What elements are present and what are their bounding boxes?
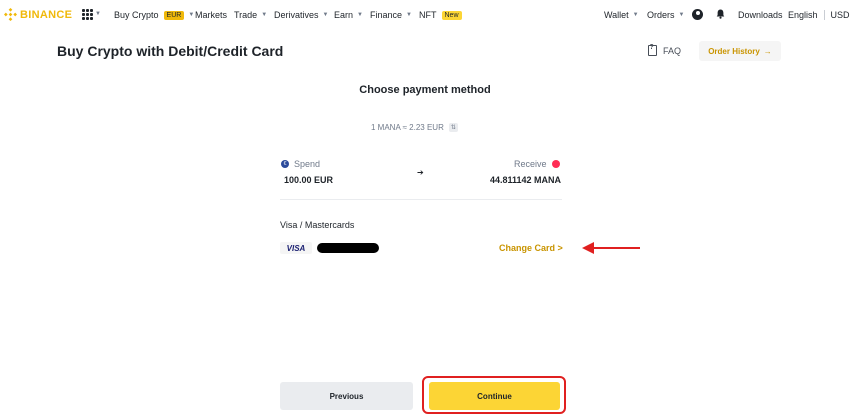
spend-value: 100.00 EUR bbox=[284, 175, 334, 185]
nav-trade-label: Trade bbox=[234, 10, 258, 20]
annotation-arrow bbox=[582, 242, 640, 254]
chevron-down-icon: ▼ bbox=[678, 12, 685, 18]
nav-finance-label: Finance bbox=[370, 10, 403, 20]
grid-icon[interactable] bbox=[82, 9, 93, 20]
nav-nft-label: NFT bbox=[419, 10, 437, 20]
chevron-down-icon: ▼ bbox=[357, 12, 363, 18]
receive-label-text: Receive bbox=[514, 159, 547, 169]
card-type-label: Visa / Mastercards bbox=[280, 220, 355, 230]
profile-icon bbox=[692, 9, 703, 20]
section-title: Choose payment method bbox=[359, 84, 491, 96]
exchange-rate-text: 1 MANA ≈ 2.23 EUR bbox=[371, 123, 444, 132]
faq-link[interactable]: FAQ bbox=[648, 44, 682, 56]
faq-label: FAQ bbox=[663, 45, 682, 56]
top-nav: BINANCE ▼ Buy Crypto EUR ▼ Markets Trade… bbox=[0, 0, 850, 30]
nav-earn-label: Earn bbox=[334, 10, 354, 20]
mana-icon bbox=[551, 160, 560, 168]
nav-finance[interactable]: Finance ▼ bbox=[370, 10, 412, 20]
spend-label: € Spend bbox=[281, 159, 320, 169]
divider bbox=[823, 10, 825, 20]
refresh-icon[interactable]: ⇅ bbox=[448, 123, 458, 132]
nav-nft[interactable]: NFT New bbox=[419, 10, 462, 20]
profile-button[interactable] bbox=[692, 9, 703, 20]
language-label: English bbox=[788, 10, 818, 20]
nav-wallet[interactable]: Wallet ▼ bbox=[604, 10, 639, 20]
chevron-down-icon: ▼ bbox=[406, 12, 412, 18]
nav-orders[interactable]: Orders ▼ bbox=[647, 10, 684, 20]
arrow-right-icon: → bbox=[763, 46, 772, 56]
new-badge: New bbox=[441, 10, 462, 20]
language-currency-selector[interactable]: English USD bbox=[788, 10, 850, 20]
nav-derivatives-label: Derivatives bbox=[274, 10, 319, 20]
chevron-down-icon: ▼ bbox=[322, 12, 329, 18]
chevron-down-icon: ▼ bbox=[95, 11, 101, 17]
nav-downloads[interactable]: Downloads bbox=[738, 10, 783, 20]
previous-button[interactable]: Previous bbox=[280, 382, 413, 410]
nav-trade[interactable]: Trade ▼ bbox=[234, 10, 267, 20]
spend-label-text: Spend bbox=[294, 159, 321, 169]
arrow-right-icon: ➔ bbox=[417, 168, 424, 177]
currency-badge: EUR bbox=[163, 10, 185, 20]
nav-buy-crypto-label: Buy Crypto bbox=[114, 10, 159, 20]
nav-buy-crypto[interactable]: Buy Crypto EUR ▼ bbox=[114, 10, 194, 20]
nav-earn[interactable]: Earn ▼ bbox=[334, 10, 363, 20]
nav-wallet-label: Wallet bbox=[604, 10, 629, 20]
chevron-down-icon: ▼ bbox=[261, 12, 268, 18]
nav-markets-label: Markets bbox=[195, 10, 228, 20]
binance-logo[interactable]: BINANCE bbox=[4, 8, 72, 21]
receive-label: Receive bbox=[514, 159, 560, 169]
card-number-redacted bbox=[317, 243, 379, 253]
logo-text: BINANCE bbox=[20, 8, 73, 21]
page-title: Buy Crypto with Debit/Credit Card bbox=[57, 43, 284, 59]
continue-button[interactable]: Continue bbox=[429, 382, 560, 410]
eur-icon: € bbox=[281, 160, 289, 168]
nav-markets[interactable]: Markets bbox=[195, 10, 227, 20]
order-history-label: Order History bbox=[708, 46, 760, 56]
divider bbox=[280, 199, 562, 200]
chevron-down-icon: ▼ bbox=[188, 12, 195, 18]
order-history-button[interactable]: Order History → bbox=[699, 41, 781, 61]
change-card-link[interactable]: Change Card > bbox=[499, 243, 563, 253]
nav-derivatives[interactable]: Derivatives ▼ bbox=[274, 10, 328, 20]
visa-icon: VISA bbox=[280, 242, 312, 254]
exchange-rate: 1 MANA ≈ 2.23 EUR ⇅ bbox=[371, 123, 458, 132]
nav-orders-label: Orders bbox=[647, 10, 675, 20]
currency-label: USD bbox=[830, 10, 850, 20]
nav-downloads-label: Downloads bbox=[738, 10, 783, 20]
bell-icon bbox=[716, 9, 725, 19]
binance-logo-icon bbox=[4, 8, 17, 21]
faq-icon bbox=[648, 44, 657, 56]
chevron-down-icon: ▼ bbox=[632, 12, 639, 18]
receive-value: 44.811142 MANA bbox=[490, 175, 562, 185]
notifications-button[interactable] bbox=[716, 9, 725, 19]
